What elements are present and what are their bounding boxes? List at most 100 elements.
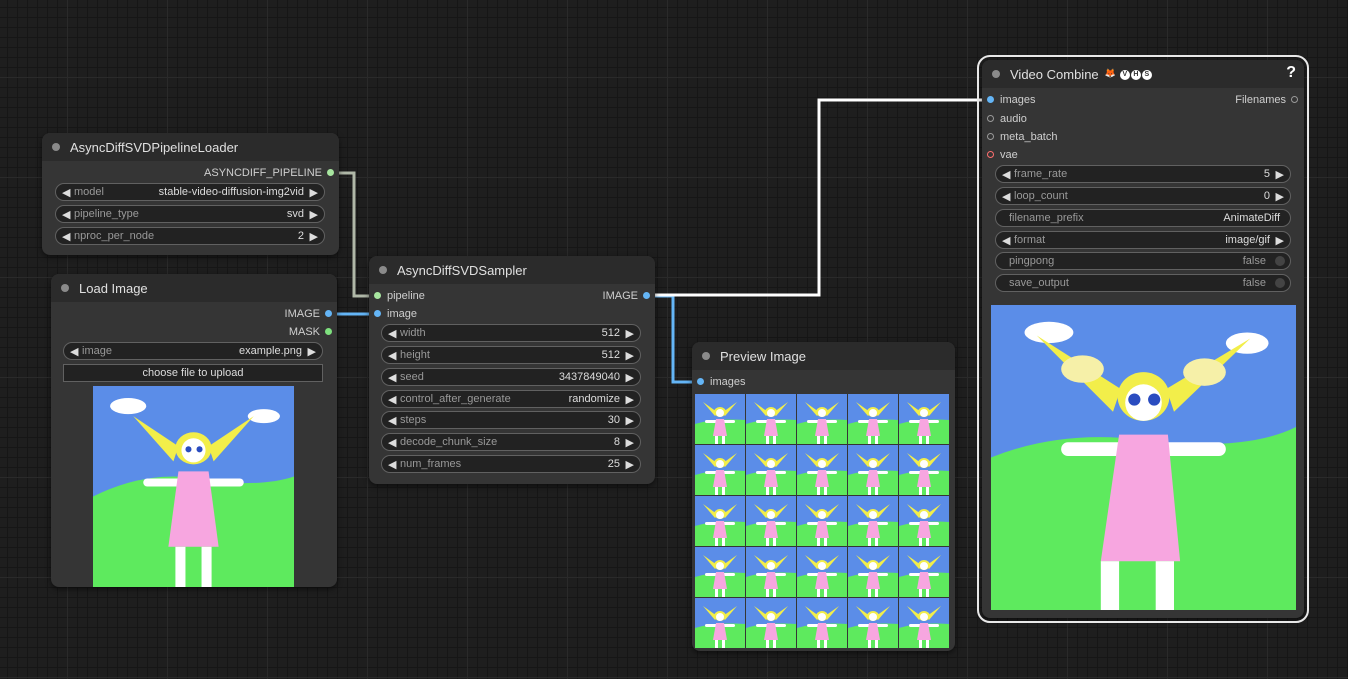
arrow-left-icon[interactable]: ◀ [62, 186, 70, 199]
node-title: Video Combine [1010, 66, 1099, 82]
node-title-bar[interactable]: AsyncDiffSVDPipelineLoader [42, 133, 339, 161]
output-slot-image[interactable]: IMAGE [284, 308, 332, 320]
arrow-left-icon[interactable]: ◀ [388, 349, 396, 362]
arrow-right-icon[interactable]: ▶ [308, 345, 316, 358]
input-slot-vae[interactable]: vae [987, 149, 1018, 161]
vhs-badge-icon: 🦊 VHS [1105, 68, 1154, 80]
arrow-right-icon[interactable]: ▶ [626, 371, 634, 384]
widget-nproc-per-node[interactable]: ◀ nproc_per_node 2 ▶ [55, 227, 325, 245]
input-pin[interactable] [987, 133, 994, 140]
arrow-left-icon[interactable]: ◀ [1002, 168, 1010, 181]
arrow-left-icon[interactable]: ◀ [388, 371, 396, 384]
output-slot-filenames[interactable]: Filenames [1235, 94, 1298, 106]
slot-label: IMAGE [602, 290, 638, 302]
input-slot-image[interactable]: image [374, 308, 417, 320]
node-load-image[interactable]: Load Image IMAGE MASK ◀ image example.pn… [51, 274, 337, 587]
slot-label: images [710, 376, 746, 388]
arrow-right-icon[interactable]: ▶ [626, 349, 634, 362]
arrow-left-icon[interactable]: ◀ [388, 327, 396, 340]
arrow-left-icon[interactable]: ◀ [70, 345, 78, 358]
node-preview-image[interactable]: Preview Image images [692, 342, 955, 651]
slot-label: pipeline [387, 290, 425, 302]
input-pin[interactable] [374, 292, 381, 299]
widget-model[interactable]: ◀ model stable-video-diffusion-img2vid ▶ [55, 183, 325, 201]
collapse-dot[interactable] [52, 143, 60, 151]
arrow-left-icon[interactable]: ◀ [388, 414, 396, 427]
output-slot-mask[interactable]: MASK [289, 326, 332, 338]
widget-num-frames[interactable]: ◀ num_frames 25 ▶ [381, 455, 641, 473]
arrow-right-icon[interactable]: ▶ [1276, 168, 1284, 181]
upload-button[interactable]: choose file to upload [63, 364, 323, 382]
arrow-right-icon[interactable]: ▶ [310, 208, 318, 221]
input-slot-audio[interactable]: audio [987, 113, 1027, 125]
node-title-bar[interactable]: AsyncDiffSVDSampler [369, 256, 655, 284]
input-slot-images[interactable]: images [697, 376, 746, 388]
widget-save-output-toggle[interactable]: save_output false [995, 274, 1291, 292]
widget-seed[interactable]: ◀ seed 3437849040 ▶ [381, 368, 641, 386]
frame-row-5 [695, 598, 949, 648]
output-slot-image[interactable]: IMAGE [602, 290, 650, 302]
arrow-right-icon[interactable]: ▶ [626, 458, 634, 471]
node-pipeline-loader[interactable]: AsyncDiffSVDPipelineLoader ASYNCDIFF_PIP… [42, 133, 339, 255]
node-title-bar[interactable]: Load Image [51, 274, 337, 302]
input-pin[interactable] [697, 378, 704, 385]
arrow-left-icon[interactable]: ◀ [388, 458, 396, 471]
arrow-right-icon[interactable]: ▶ [310, 230, 318, 243]
widget-filename-prefix[interactable]: filename_prefix AnimateDiff [995, 209, 1291, 227]
arrow-right-icon[interactable]: ▶ [626, 393, 634, 406]
input-pin[interactable] [374, 310, 381, 317]
widget-decode-chunk-size[interactable]: ◀ decode_chunk_size 8 ▶ [381, 433, 641, 451]
node-title: Preview Image [720, 348, 806, 364]
slot-label: IMAGE [284, 308, 320, 320]
input-slot-images[interactable]: images [987, 94, 1035, 106]
arrow-right-icon[interactable]: ▶ [310, 186, 318, 199]
widget-steps[interactable]: ◀ steps 30 ▶ [381, 411, 641, 429]
node-title: AsyncDiffSVDPipelineLoader [70, 139, 239, 155]
input-pin[interactable] [987, 151, 994, 158]
arrow-left-icon[interactable]: ◀ [1002, 190, 1010, 203]
preview-frames-grid [695, 394, 949, 648]
help-icon[interactable]: ? [1286, 64, 1296, 82]
arrow-left-icon[interactable]: ◀ [388, 436, 396, 449]
node-title-bar[interactable]: Video Combine 🦊 VHS ? [982, 60, 1304, 88]
collapse-dot[interactable] [379, 266, 387, 274]
output-pin[interactable] [325, 310, 332, 317]
node-title-bar[interactable]: Preview Image [692, 342, 955, 370]
input-slot-pipeline[interactable]: pipeline [374, 290, 425, 302]
widget-loop-count[interactable]: ◀ loop_count 0 ▶ [995, 187, 1291, 205]
widget-image-select[interactable]: ◀ image example.png ▶ [63, 342, 323, 360]
widget-pipeline-type[interactable]: ◀ pipeline_type svd ▶ [55, 205, 325, 223]
collapse-dot[interactable] [702, 352, 710, 360]
output-pin[interactable] [327, 169, 334, 176]
arrow-right-icon[interactable]: ▶ [626, 414, 634, 427]
node-video-combine[interactable]: Video Combine 🦊 VHS ? images audio meta_… [977, 55, 1309, 623]
arrow-left-icon[interactable]: ◀ [62, 230, 70, 243]
arrow-left-icon[interactable]: ◀ [62, 208, 70, 221]
output-slot-asyncdiff-pipeline[interactable]: ASYNCDIFF_PIPELINE [204, 167, 334, 179]
arrow-left-icon[interactable]: ◀ [388, 393, 396, 406]
input-slot-meta-batch[interactable]: meta_batch [987, 131, 1058, 143]
arrow-right-icon[interactable]: ▶ [626, 436, 634, 449]
slot-label: meta_batch [1000, 131, 1058, 143]
widget-height[interactable]: ◀ height 512 ▶ [381, 346, 641, 364]
widget-frame-rate[interactable]: ◀ frame_rate 5 ▶ [995, 165, 1291, 183]
output-pin[interactable] [1291, 96, 1298, 103]
collapse-dot[interactable] [992, 70, 1000, 78]
toggle-knob[interactable] [1275, 278, 1285, 288]
arrow-right-icon[interactable]: ▶ [1276, 234, 1284, 247]
arrow-right-icon[interactable]: ▶ [1276, 190, 1284, 203]
output-pin[interactable] [643, 292, 650, 299]
arrow-left-icon[interactable]: ◀ [1002, 234, 1010, 247]
output-pin[interactable] [325, 328, 332, 335]
collapse-dot[interactable] [61, 284, 69, 292]
widget-control-after-generate[interactable]: ◀ control_after_generate randomize ▶ [381, 390, 641, 408]
node-svd-sampler[interactable]: AsyncDiffSVDSampler pipeline image IMAGE… [369, 256, 655, 484]
widget-width[interactable]: ◀ width 512 ▶ [381, 324, 641, 342]
input-pin[interactable] [987, 115, 994, 122]
widget-format[interactable]: ◀ format image/gif ▶ [995, 231, 1291, 249]
widget-pingpong-toggle[interactable]: pingpong false [995, 252, 1291, 270]
toggle-knob[interactable] [1275, 256, 1285, 266]
arrow-right-icon[interactable]: ▶ [626, 327, 634, 340]
slot-label: Filenames [1235, 94, 1286, 106]
input-pin[interactable] [987, 96, 994, 103]
